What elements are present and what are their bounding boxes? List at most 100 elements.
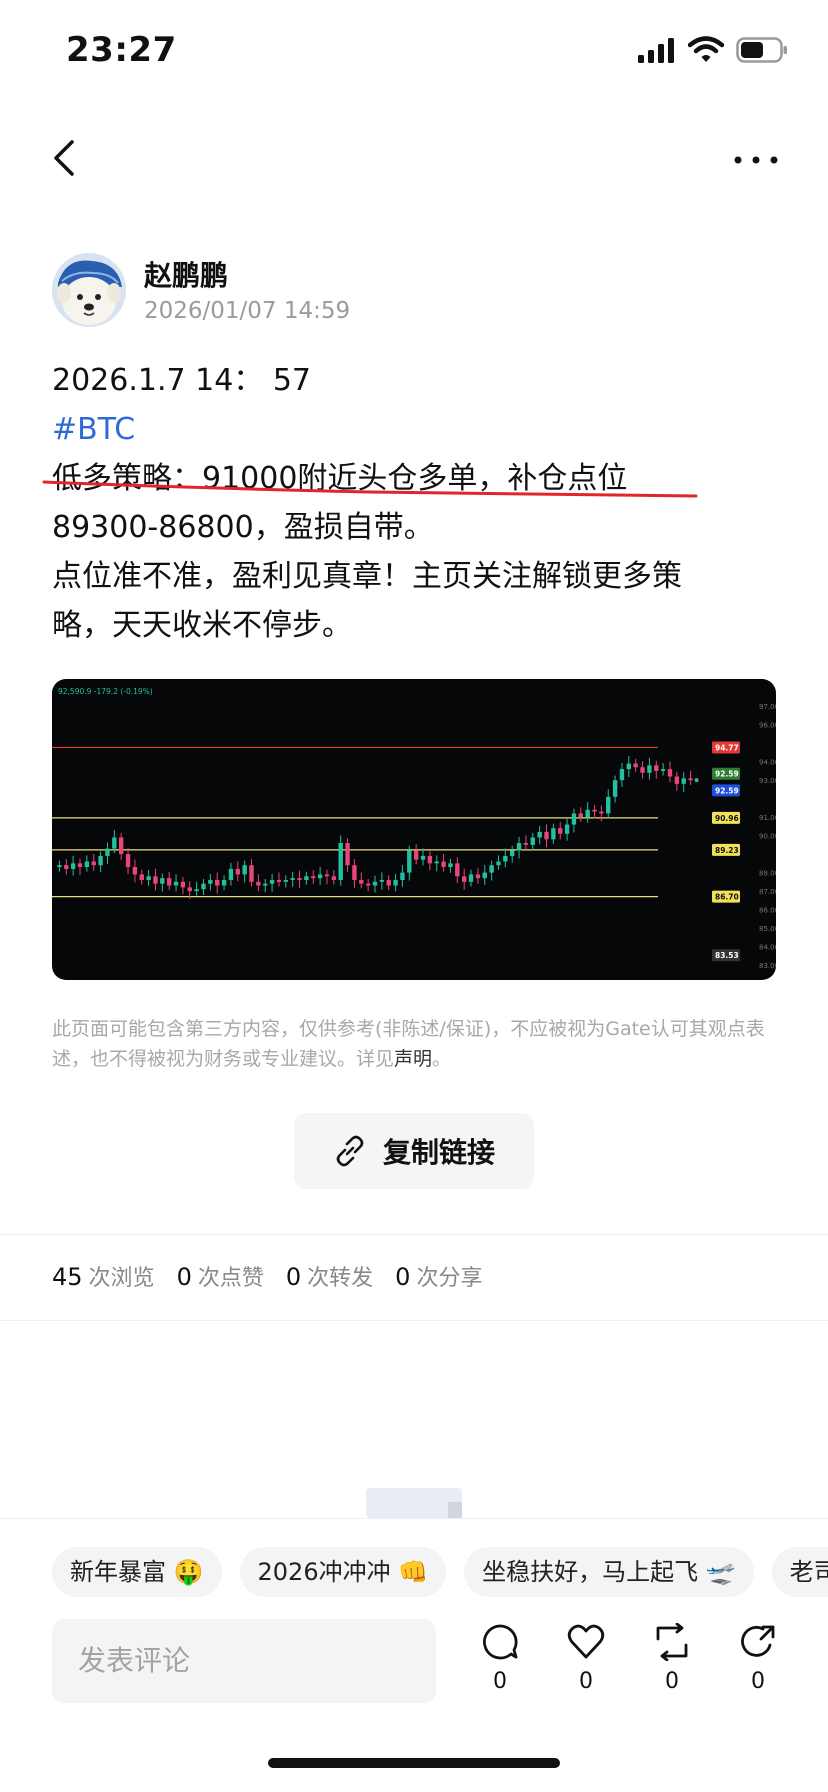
more-button[interactable]	[732, 140, 780, 180]
candle-body	[180, 881, 186, 888]
candle-body	[345, 843, 350, 866]
reposts-stat: 0 次转发	[285, 1263, 374, 1291]
candle-body	[585, 809, 590, 818]
quick-reply-chip[interactable]: 老司	[771, 1547, 828, 1597]
price-labels: 94.77 92.59 92.59 90.96 89.23 86.70 83.53	[712, 741, 740, 962]
price-label-text: 83.53	[715, 951, 739, 960]
post-stats: 45 次浏览 0 次点赞 0 次转发 0 次分享	[52, 1260, 482, 1292]
candle-body	[633, 763, 638, 768]
hashtag-link[interactable]: #BTC	[52, 405, 742, 454]
candle-body	[201, 883, 206, 890]
candle-body	[571, 813, 577, 825]
y-axis-tick-label: 90.00	[759, 833, 776, 841]
avatar[interactable]	[52, 253, 126, 327]
candle-body	[317, 874, 323, 879]
candle-body	[530, 837, 535, 845]
candle-body	[489, 865, 494, 873]
comment-button[interactable]: 0	[480, 1623, 520, 1694]
candle-body	[475, 874, 481, 879]
price-label-text: 90.96	[715, 814, 739, 823]
candle-body	[372, 881, 378, 886]
likes-stat: 0 次点赞	[176, 1263, 264, 1291]
candle-body	[434, 861, 439, 864]
copy-link-button[interactable]: 复制链接	[294, 1113, 534, 1189]
disclaimer: 此页面可能包含第三方内容，仅供参考(非陈述/保证)，不应被视为Gate认可其观点…	[52, 1014, 778, 1074]
candle-body	[455, 863, 460, 877]
post-line: 低多策略：91000附近头仓多单，补仓点位	[52, 461, 628, 496]
candle-body	[187, 887, 192, 892]
candle-body	[221, 879, 227, 886]
share-button[interactable]: 0	[738, 1623, 778, 1694]
candle-body	[468, 874, 474, 882]
candle-body	[441, 861, 446, 868]
y-axis-tick-label: 84.00	[759, 944, 776, 952]
candle-body	[276, 879, 282, 882]
share-icon	[741, 1625, 775, 1657]
back-button[interactable]	[44, 136, 88, 180]
quick-reply-chip[interactable]: 新年暴富 🤑	[52, 1547, 222, 1597]
candle-body	[84, 861, 90, 868]
post-author[interactable]: 赵鹏鹏 2026/01/07 14:59	[52, 250, 752, 330]
y-axis-tick-label: 91.00	[759, 814, 776, 822]
candle-body	[160, 878, 165, 884]
candle-body	[427, 855, 433, 864]
action-bar: 0 0 0 0	[480, 1623, 778, 1694]
candle-body	[558, 828, 563, 834]
candle-body	[359, 879, 364, 884]
candle-body	[599, 811, 604, 814]
y-axis-tick-label: 97.00	[759, 703, 776, 711]
candle-body	[551, 828, 556, 840]
candle-body	[352, 865, 357, 880]
price-label-text: 94.77	[715, 743, 739, 752]
candle-body	[537, 831, 542, 838]
y-axis: 97.00 96.00 94.00 93.00 91.00 90.00 88.00 87.00…	[759, 703, 776, 970]
post-line: 2026.1.7 14： 57	[52, 363, 312, 398]
like-button[interactable]: 0	[566, 1623, 606, 1694]
comment-input[interactable]: 发表评论	[52, 1619, 436, 1703]
more-dots-icon	[734, 156, 778, 164]
candle-body	[139, 874, 144, 880]
share-count: 0	[751, 1669, 765, 1694]
comment-count: 0	[493, 1669, 507, 1694]
candle-body	[400, 872, 405, 880]
candle-body	[112, 837, 117, 849]
disclaimer-link[interactable]: 声明	[394, 1048, 432, 1070]
candle-body	[256, 881, 261, 886]
candle-body	[619, 769, 625, 781]
loading-placeholder	[448, 1502, 462, 1518]
y-axis-tick-label: 88.00	[759, 870, 776, 878]
candle-body	[564, 824, 570, 834]
candle-body	[606, 796, 611, 814]
quick-reply-chip[interactable]: 2026冲冲冲 👊	[239, 1547, 447, 1597]
candle-body	[304, 876, 309, 880]
shares-stat: 0 次分享	[395, 1263, 483, 1291]
candle-body	[674, 776, 680, 784]
repost-button[interactable]: 0	[652, 1623, 692, 1694]
candle-body	[64, 865, 69, 869]
candle-body	[235, 868, 240, 875]
post-content: 2026.1.7 14： 57 #BTC 低多策略：91000附近头仓多单，补仓…	[52, 356, 742, 650]
price-chart-image[interactable]: 92,590.9 -179.2 (-0.19%) 97.00 96.00 94.00…	[52, 679, 776, 980]
price-label-text: 92.59	[715, 770, 739, 779]
copy-link-label: 复制链接	[382, 1136, 495, 1169]
candle-body	[592, 809, 597, 812]
candle-body	[91, 861, 96, 866]
candle-body	[324, 874, 330, 877]
candle-body	[98, 855, 103, 866]
y-axis-tick-label: 86.00	[759, 907, 776, 915]
candle-body	[242, 865, 247, 875]
candle-body	[393, 879, 398, 886]
candle-body	[338, 843, 343, 880]
candle-body	[173, 881, 179, 886]
candle-body	[516, 843, 522, 851]
comment-icon	[483, 1624, 518, 1660]
dog-avatar-image	[52, 253, 126, 327]
quick-reply-chip[interactable]: 坐稳扶好，马上起飞 🛫	[464, 1547, 754, 1597]
candle-body	[578, 813, 584, 818]
post-timestamp: 2026/01/07 14:59	[144, 298, 351, 324]
candle-body	[118, 837, 124, 855]
like-count: 0	[579, 1669, 593, 1694]
author-name[interactable]: 赵鹏鹏	[144, 254, 228, 294]
home-indicator	[268, 1758, 560, 1768]
candle-body	[269, 879, 275, 884]
